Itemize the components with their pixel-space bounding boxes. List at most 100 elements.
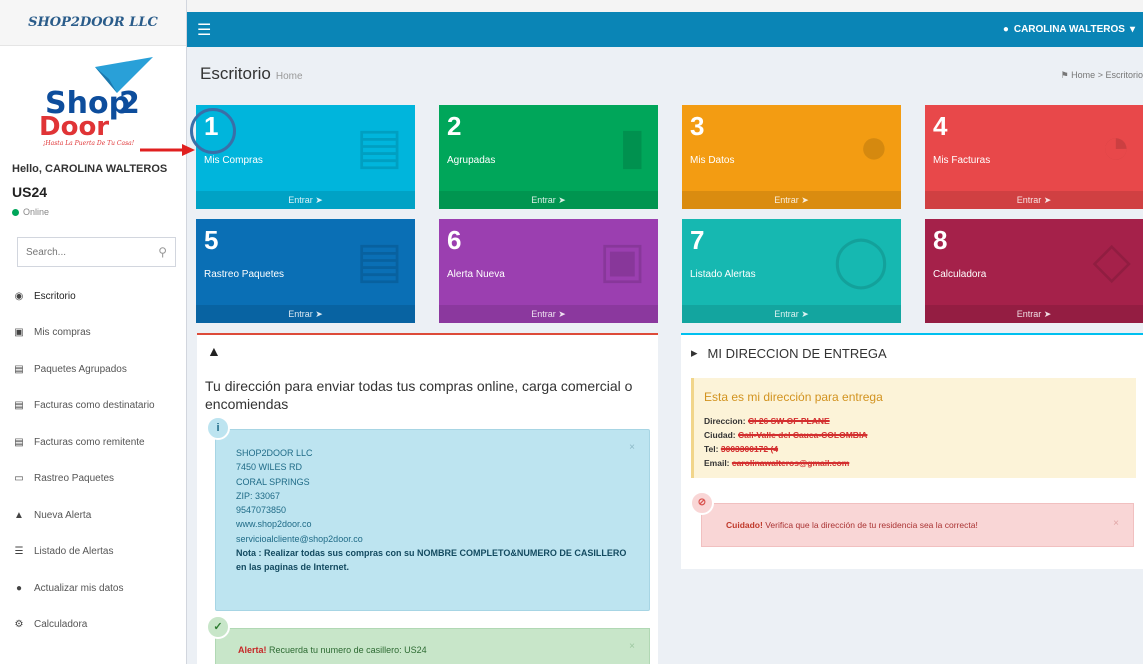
tile-link-text: Entrar bbox=[774, 195, 799, 205]
warehouse-address-callout: i × SHOP2DOOR LLC 7450 WILES RD CORAL SP… bbox=[206, 416, 650, 611]
caret-down-icon: ▾ bbox=[1129, 24, 1135, 35]
tile-mis-facturas[interactable]: ◔ 4 Mis Facturas Entrar ➤ bbox=[925, 105, 1143, 209]
arrow-circle-icon: ➤ bbox=[558, 309, 566, 319]
warehouse-address-lines: SHOP2DOOR LLC 7450 WILES RD CORAL SPRING… bbox=[236, 446, 636, 575]
sidebar-item-actualizar-datos[interactable]: ● Actualizar mis datos bbox=[0, 570, 187, 607]
locker-alert-callout: ✓ × Alerta! Recuerda tu numero de casill… bbox=[206, 615, 650, 664]
page-title-text: Escritorio bbox=[200, 64, 271, 83]
sidebar-item-calculadora[interactable]: ⚙ Calculadora bbox=[0, 607, 187, 644]
tile-calculadora[interactable]: ◇ 8 Calculadora Entrar ➤ bbox=[925, 219, 1143, 323]
address-line[interactable]: www.shop2door.co bbox=[236, 517, 636, 531]
tile-enter-link[interactable]: Entrar ➤ bbox=[439, 191, 658, 209]
tile-enter-link[interactable]: Entrar ➤ bbox=[439, 305, 658, 323]
address-line[interactable]: servicioalcliente@shop2door.co bbox=[236, 532, 636, 546]
sidebar-item-facturas-remitente[interactable]: ▤ Facturas como remitente bbox=[0, 424, 187, 461]
address-line: 7450 WILES RD bbox=[236, 462, 303, 473]
online-label: Online bbox=[23, 207, 50, 217]
truck-icon: ▤ bbox=[14, 363, 24, 375]
home-icon: ⚑ bbox=[1060, 70, 1069, 80]
page-subtitle: Home bbox=[275, 71, 303, 82]
delivery-address-panel: Esta es mi dirección para entrega Direcc… bbox=[691, 378, 1136, 478]
direccion-row: Direccion: Cl 26 SW OF PLANE bbox=[704, 416, 830, 426]
sidebar-item-label: Actualizar mis datos bbox=[34, 582, 124, 594]
address-line: ZIP: 33067 bbox=[236, 490, 281, 501]
tile-enter-link[interactable]: Entrar ➤ bbox=[925, 305, 1143, 323]
breadcrumb-home[interactable]: Home bbox=[1071, 70, 1095, 80]
email-label: Email: bbox=[704, 458, 730, 468]
highlight-arrow bbox=[140, 144, 195, 156]
arrow-circle-icon: ➤ bbox=[1043, 195, 1052, 205]
alert-label: Alerta! bbox=[238, 645, 267, 655]
dashboard-icon: ◉ bbox=[14, 290, 24, 302]
user-icon: ● bbox=[1002, 24, 1009, 35]
address-note: Nota : Realizar todas sus compras con su… bbox=[236, 548, 627, 573]
tile-number: 3 bbox=[690, 111, 705, 141]
tel-value: 3003300172 (4 bbox=[720, 444, 779, 454]
tile-number: 7 bbox=[690, 225, 705, 255]
sidebar: SHOP2DOOR LLC Shop 2 Door ¡Hasta La Puer… bbox=[0, 0, 187, 664]
tile-listado-alertas[interactable]: ◯ 7 Listado Alertas Entrar ➤ bbox=[682, 219, 901, 323]
tile-mis-datos[interactable]: ● 3 Mis Datos Entrar ➤ bbox=[682, 105, 901, 209]
breadcrumb: ⚑ Home > Escritorio bbox=[1061, 70, 1143, 81]
content-header: Escritorio Home ⚑ Home > Escritorio bbox=[200, 62, 1143, 92]
user-menu[interactable]: ● CAROLINA WALTEROS ▾ bbox=[1003, 24, 1143, 35]
online-dot-icon bbox=[12, 208, 19, 216]
online-status: Online bbox=[12, 207, 49, 217]
sidebar-menu: ◉ Escritorio ▣ Mis compras ▤ Paquetes Ag… bbox=[0, 278, 187, 643]
warning-icon: ▲ bbox=[207, 343, 221, 359]
address-lead-text: Tu dirección para enviar todas tus compr… bbox=[205, 378, 633, 412]
email-row: Email: carolinawalteros@gmail.com bbox=[704, 458, 849, 468]
tile-label: Mis Compras bbox=[204, 155, 263, 166]
shopping-icon: ▣ bbox=[14, 327, 24, 339]
sidebar-item-mis-compras[interactable]: ▣ Mis compras bbox=[0, 315, 187, 352]
tile-rastreo-paquetes[interactable]: ▤ 5 Rastreo Paquetes Entrar ➤ bbox=[196, 219, 415, 323]
warning-label: Cuidado! bbox=[726, 520, 763, 530]
tile-link-text: Entrar bbox=[288, 309, 313, 319]
tile-label: Alerta Nueva bbox=[447, 269, 505, 280]
svg-text:2: 2 bbox=[119, 86, 140, 121]
logo-tagline: ¡Hasta La Puerta De Tu Casa! bbox=[43, 140, 135, 147]
sidebar-item-paquetes-agrupados[interactable]: ▤ Paquetes Agrupados bbox=[0, 351, 187, 388]
delivery-heading: Esta es mi dirección para entrega bbox=[704, 390, 883, 404]
arrow-circle-icon: ➤ bbox=[315, 309, 323, 319]
search-icon[interactable]: ⚲ bbox=[158, 245, 167, 259]
residence-warning-callout: ⊘ × Cuidado! Verifica que la dirección d… bbox=[690, 491, 1134, 547]
svg-text:Door: Door bbox=[39, 112, 109, 142]
tile-label: Rastreo Paquetes bbox=[204, 269, 285, 280]
sidebar-item-facturas-destinatario[interactable]: ▤ Facturas como destinatario bbox=[0, 388, 187, 425]
sidebar-item-listado-alertas[interactable]: ☰ Listado de Alertas bbox=[0, 534, 187, 571]
sidebar-item-label: Facturas como remitente bbox=[34, 436, 145, 448]
search-input[interactable] bbox=[26, 246, 146, 258]
address-line: SHOP2DOOR LLC bbox=[236, 448, 313, 458]
close-icon[interactable]: × bbox=[629, 641, 635, 652]
sidebar-item-rastreo-paquetes[interactable]: ▭ Rastreo Paquetes bbox=[0, 461, 187, 498]
breadcrumb-separator: > bbox=[1097, 70, 1103, 80]
bell-icon: ▲ bbox=[14, 509, 24, 521]
tel-row: Tel: 3003300172 (4 bbox=[704, 444, 778, 454]
menu-toggle-icon[interactable]: ☰ bbox=[187, 20, 211, 40]
tile-link-text: Entrar bbox=[288, 195, 313, 205]
warning-text: Cuidado! Verifica que la dirección de tu… bbox=[726, 520, 978, 530]
tile-enter-link[interactable]: Entrar ➤ bbox=[682, 305, 901, 323]
tile-link-text: Entrar bbox=[531, 309, 556, 319]
tile-agrupadas[interactable]: ▮ 2 Agrupadas Entrar ➤ bbox=[439, 105, 658, 209]
tile-link-text: Entrar bbox=[1016, 309, 1042, 319]
arrow-circle-icon: ➤ bbox=[1043, 309, 1052, 319]
sidebar-item-nueva-alerta[interactable]: ▲ Nueva Alerta bbox=[0, 497, 187, 534]
sidebar-item-escritorio[interactable]: ◉ Escritorio bbox=[0, 278, 187, 315]
user-icon: ● bbox=[15, 582, 23, 594]
tile-enter-link[interactable]: Entrar ➤ bbox=[682, 191, 901, 209]
pie-chart-icon: ◔ bbox=[1100, 118, 1131, 174]
tile-enter-link[interactable]: Entrar ➤ bbox=[196, 305, 415, 323]
tile-alerta-nueva[interactable]: ▣ 6 Alerta Nueva Entrar ➤ bbox=[439, 219, 658, 323]
ciudad-row: Ciudad: Cali-Valle del Cauca-COLOMBIA bbox=[704, 430, 867, 440]
tile-label: Calculadora bbox=[933, 269, 987, 280]
page-title: Escritorio Home bbox=[200, 64, 303, 84]
tile-enter-link[interactable]: Entrar ➤ bbox=[196, 191, 415, 209]
address-line: 9547073850 bbox=[236, 505, 287, 516]
brand-name[interactable]: SHOP2DOOR LLC bbox=[0, 0, 186, 46]
close-icon[interactable]: × bbox=[1113, 518, 1119, 529]
address-line: CORAL SPRINGS bbox=[236, 476, 310, 487]
tile-label: Mis Facturas bbox=[933, 155, 991, 166]
tile-enter-link[interactable]: Entrar ➤ bbox=[925, 191, 1143, 209]
